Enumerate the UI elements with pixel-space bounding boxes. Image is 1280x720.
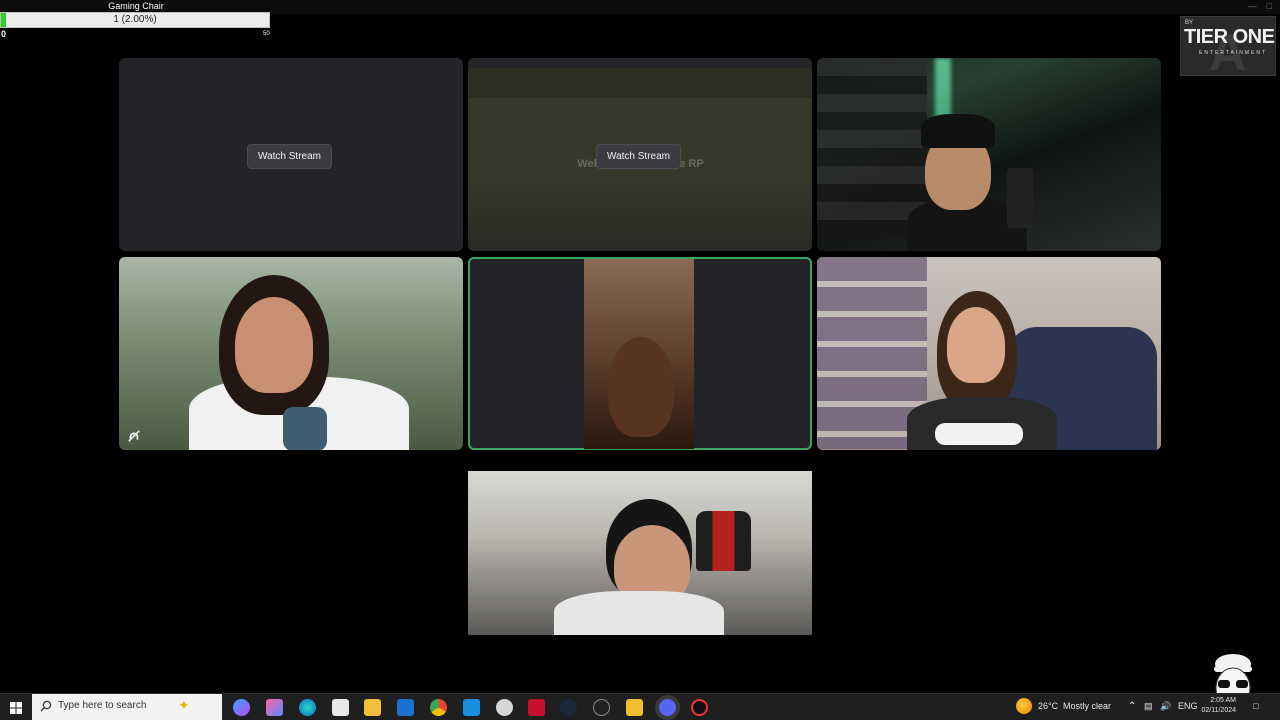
video-tile-4[interactable]: [119, 257, 463, 450]
system-clock[interactable]: 2:05 AM 02/11/2024: [1200, 696, 1236, 716]
video-tile-5[interactable]: [468, 257, 812, 450]
participant-body: [554, 591, 724, 635]
deafened-icon: [128, 430, 140, 442]
goal-progress-text: 1 (2.00%): [113, 14, 157, 25]
goal-progress-bar: 1 (2.00%): [0, 12, 270, 28]
video-tile-3[interactable]: [817, 58, 1161, 251]
watch-stream-button-1[interactable]: Watch Stream: [247, 144, 332, 169]
participant-face: [947, 307, 1005, 383]
app-icon[interactable]: [593, 699, 610, 716]
discord-icon[interactable]: [659, 699, 676, 716]
weather-icon[interactable]: [1016, 698, 1032, 714]
edge-icon[interactable]: [299, 699, 316, 716]
goal-min-label: 0: [1, 29, 7, 39]
steam-icon[interactable]: [560, 699, 577, 716]
goal-title: Gaming Chair: [108, 1, 164, 11]
participant-cap: [921, 114, 995, 148]
chrome-icon[interactable]: [430, 699, 447, 716]
clock-time: 2:05 AM: [1210, 697, 1236, 704]
store-icon[interactable]: [332, 699, 349, 716]
window-controls: — □: [1248, 1, 1272, 11]
microphone: [1007, 168, 1033, 228]
participant-face: [235, 297, 313, 393]
taskbar-search-box[interactable]: ✦: [32, 694, 222, 720]
app-icon[interactable]: [528, 699, 545, 716]
file-explorer-icon[interactable]: [364, 699, 381, 716]
app-icon[interactable]: [266, 699, 283, 716]
volume-icon[interactable]: 🔊: [1160, 701, 1171, 712]
windows-icon: [10, 701, 22, 714]
screen: — □ Gaming Chair 1 (2.00%) 0 50 A BY TIE…: [0, 0, 1280, 720]
stream-tile-2[interactable]: Welcome to Prestige RP Watch Stream: [468, 58, 812, 251]
search-icon: [40, 700, 52, 712]
show-hidden-icons-icon[interactable]: ⌃: [1128, 701, 1136, 712]
donation-goal-widget: Gaming Chair 1 (2.00%) 0 50: [0, 0, 272, 40]
obs-icon[interactable]: [691, 699, 708, 716]
app-icon[interactable]: [626, 699, 643, 716]
taskbar: ✦ 26°C Mostly clear ⌃ ▤ 🔊 ENG 2:05 AM 02…: [0, 693, 1280, 720]
goal-max-label: 50: [263, 31, 270, 37]
app-icon[interactable]: [496, 699, 513, 716]
language-indicator[interactable]: ENG: [1178, 701, 1198, 711]
maximize-icon[interactable]: □: [1267, 1, 1272, 11]
microphone: [935, 423, 1023, 445]
notifications-icon[interactable]: □: [1253, 701, 1258, 711]
minimize-icon[interactable]: —: [1248, 1, 1257, 11]
gaming-chair: [696, 511, 751, 571]
weather-temp[interactable]: 26°C: [1038, 701, 1058, 711]
stream-tile-1[interactable]: Watch Stream: [119, 58, 463, 251]
weather-description[interactable]: Mostly clear: [1063, 701, 1111, 711]
network-icon[interactable]: ▤: [1144, 701, 1153, 712]
logo-main-text: TIER ONE: [1184, 26, 1275, 48]
mail-icon[interactable]: [397, 699, 414, 716]
watch-stream-button-2[interactable]: Watch Stream: [596, 144, 681, 169]
start-button[interactable]: [0, 694, 32, 720]
app-icon[interactable]: [463, 699, 480, 716]
search-input[interactable]: [58, 700, 188, 711]
participant-face: [608, 337, 674, 437]
microphone: [283, 407, 327, 450]
video-tile-7[interactable]: [468, 471, 812, 635]
search-highlight-icon: ✦: [178, 697, 190, 713]
tier-one-logo: A BY TIER ONE ENTERTAINMENT: [1180, 16, 1276, 82]
copilot-icon[interactable]: [233, 699, 250, 716]
clock-date: 02/11/2024: [1201, 707, 1236, 714]
logo-sub-text: ENTERTAINMENT: [1199, 50, 1268, 56]
video-tile-6[interactable]: [817, 257, 1161, 450]
